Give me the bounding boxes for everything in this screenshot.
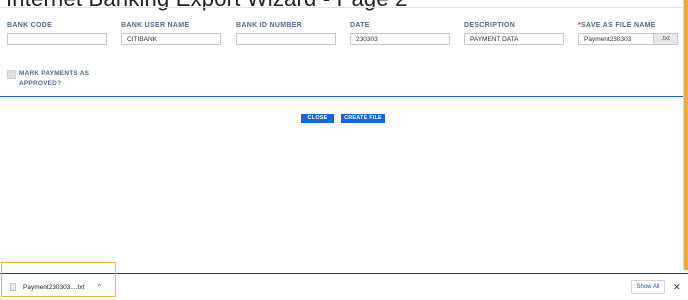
file-icon [10,283,16,291]
show-all-button[interactable]: Show All [631,280,665,294]
description-input[interactable] [464,33,564,45]
save-as-file-name-group: *SAVE AS FILE NAME .txt [578,21,679,45]
bank-code-input[interactable] [7,33,107,45]
mark-payments-row: MARK PAYMENTS AS APPROVED? [7,69,99,89]
window-title: Internet Banking Export Wizard - Page 2 [6,0,408,12]
title-divider [0,7,683,8]
chevron-up-icon[interactable]: ^ [98,283,101,292]
save-as-file-name-label-text: SAVE AS FILE NAME [581,22,656,29]
bank-id-number-input[interactable] [236,33,336,45]
bank-user-name-label: BANK USER NAME [121,22,190,29]
close-icon[interactable]: ✕ [673,281,681,293]
section-divider [0,96,683,97]
file-name-input-group: .txt [578,33,679,45]
close-button[interactable]: CLOSE [301,114,334,123]
file-extension-addon: .txt [654,33,678,45]
mark-payments-label: MARK PAYMENTS AS APPROVED? [19,70,90,87]
description-label: DESCRIPTION [464,22,516,29]
right-accent-strip [684,0,688,270]
bank-user-name-group: BANK USER NAME [121,21,222,45]
bank-user-name-input[interactable] [121,33,221,45]
description-group: DESCRIPTION [464,21,565,45]
date-input[interactable] [350,33,450,45]
save-as-file-name-label: *SAVE AS FILE NAME [578,21,679,33]
file-name-input[interactable] [578,33,654,45]
date-label: DATE [350,22,370,29]
download-file-name[interactable]: Payment230303....txt [23,283,84,292]
bank-code-group: BANK CODE [7,21,108,45]
export-wizard-window: Internet Banking Export Wizard - Page 2 … [0,0,688,300]
mark-payments-checkbox[interactable] [7,70,16,79]
bank-id-number-group: BANK ID NUMBER [236,21,337,45]
create-file-button[interactable]: CREATE FILE [341,114,385,123]
bank-id-number-label: BANK ID NUMBER [236,22,303,29]
date-group: DATE [350,21,451,45]
bank-code-label: BANK CODE [7,22,53,29]
